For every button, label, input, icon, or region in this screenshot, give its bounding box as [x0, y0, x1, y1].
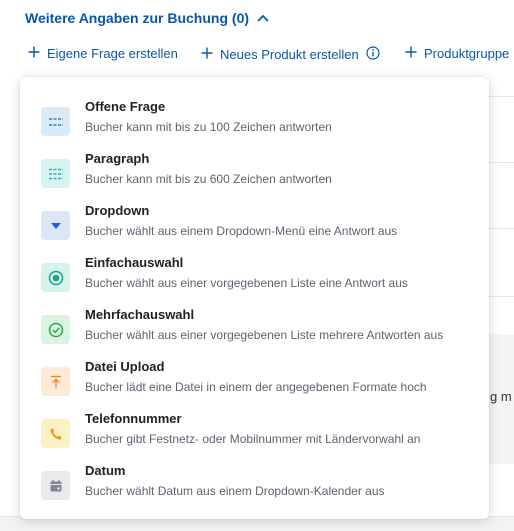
- option-label: Dropdown: [85, 203, 150, 218]
- option-label: Mehrfachauswahl: [85, 307, 195, 322]
- plus-icon: [405, 46, 417, 61]
- section-title: Weitere Angaben zur Buchung (0): [25, 10, 250, 26]
- option-description: Bucher kann mit bis zu 100 Zeichen antwo…: [85, 120, 332, 134]
- phone-icon: [41, 419, 70, 448]
- create-own-question-button[interactable]: Eigene Frage erstellen: [28, 46, 178, 61]
- option-label: Datum: [85, 463, 126, 478]
- add-product-group-label: Produktgruppe: [424, 46, 510, 61]
- option-label: Offene Frage: [85, 99, 166, 114]
- question-type-dropdown: Offene Frage Bucher kann mit bis zu 100 …: [20, 77, 489, 519]
- create-new-product-label: Neues Produkt erstellen: [220, 47, 359, 62]
- toolbar: Eigene Frage erstellen Neues Produkt ers…: [28, 46, 514, 64]
- option-description: Bucher wählt aus einer vorgegebenen List…: [85, 328, 444, 342]
- upload-icon: [41, 367, 70, 396]
- option-file-upload[interactable]: Datei Upload Bucher lädt eine Datei in e…: [20, 355, 489, 407]
- option-short-text[interactable]: Offene Frage Bucher kann mit bis zu 100 …: [20, 95, 489, 147]
- chevron-up-icon: [257, 9, 269, 27]
- option-phone-number[interactable]: Telefonnummer Bucher gibt Festnetz- oder…: [20, 407, 489, 459]
- option-single-choice[interactable]: Einfachauswahl Bucher wählt aus einer vo…: [20, 251, 489, 303]
- paragraph-icon: [41, 159, 70, 188]
- plus-icon: [28, 46, 40, 61]
- option-label: Paragraph: [85, 151, 150, 166]
- option-description: Bucher wählt aus einem Dropdown-Menü ein…: [85, 224, 398, 238]
- add-product-group-button[interactable]: Produktgruppe: [405, 46, 509, 61]
- option-multiple-choice[interactable]: Mehrfachauswahl Bucher wählt aus einer v…: [20, 303, 489, 355]
- option-description: Bucher kann mit bis zu 600 Zeichen antwo…: [85, 172, 332, 186]
- calendar-icon: [41, 471, 70, 500]
- dropdown-icon: [41, 211, 70, 240]
- info-icon[interactable]: [366, 46, 380, 63]
- option-label: Telefonnummer: [85, 411, 182, 426]
- plus-icon: [201, 47, 213, 62]
- option-dropdown[interactable]: Dropdown Bucher wählt aus einem Dropdown…: [20, 199, 489, 251]
- option-description: Bucher wählt Datum aus einem Dropdown-Ka…: [85, 484, 385, 498]
- option-label: Einfachauswahl: [85, 255, 184, 270]
- option-paragraph[interactable]: Paragraph Bucher kann mit bis zu 600 Zei…: [20, 147, 489, 199]
- radio-icon: [41, 263, 70, 292]
- short-text-icon: [41, 107, 70, 136]
- option-description: Bucher gibt Festnetz- oder Mobilnummer m…: [85, 432, 421, 446]
- check-circle-icon: [41, 315, 70, 344]
- option-date[interactable]: Datum Bucher wählt Datum aus einem Dropd…: [20, 459, 489, 511]
- section-header[interactable]: Weitere Angaben zur Buchung (0): [25, 9, 269, 27]
- option-description: Bucher lädt eine Datei in einem der ange…: [85, 380, 427, 394]
- create-own-question-label: Eigene Frage erstellen: [47, 46, 178, 61]
- option-description: Bucher wählt aus einer vorgegebenen List…: [85, 276, 408, 290]
- option-label: Datei Upload: [85, 359, 165, 374]
- create-new-product-button[interactable]: Neues Produkt erstellen: [201, 46, 380, 63]
- background-clipped-text: g m: [490, 389, 512, 404]
